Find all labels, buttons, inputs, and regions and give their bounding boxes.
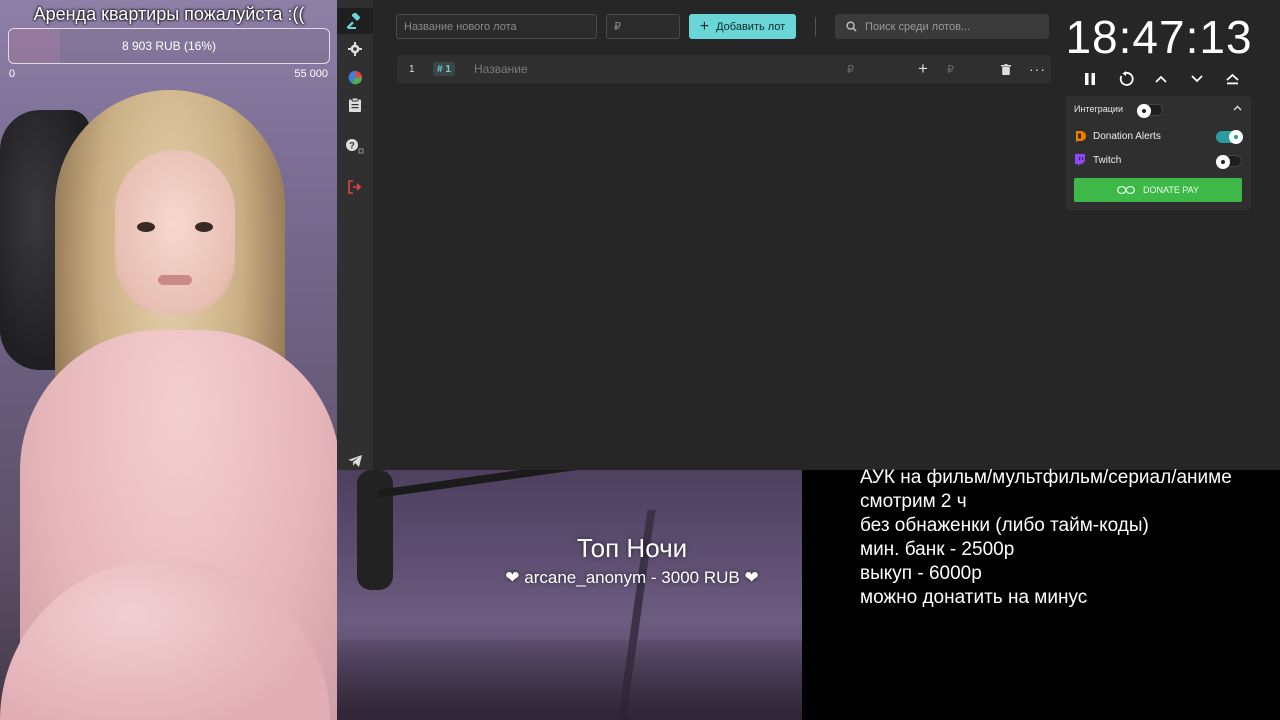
timer-controls (1078, 66, 1244, 92)
donation-goal-widget: Аренда квартиры пожалуйста :(( 8 903 RUB… (8, 4, 330, 80)
add-lot-label: Добавить лот (716, 20, 786, 33)
rule-line: смотрим 2 ч (860, 491, 967, 512)
sidebar-item-help[interactable]: ? (337, 133, 373, 159)
svg-text:?: ? (349, 141, 355, 151)
donation-alerts-toggle[interactable] (1216, 130, 1243, 144)
clipboard-icon (349, 98, 361, 112)
floor (337, 640, 802, 720)
new-lot-amount-input[interactable] (606, 14, 680, 39)
integrations-panel: Интеграции Donation Alerts Twitch DONATE… (1066, 96, 1251, 210)
lot-row: 1 # 1 Название ₽ + ₽ ··· (397, 55, 1051, 83)
lot-name-input[interactable]: Название (474, 55, 528, 83)
pause-button[interactable] (1078, 67, 1102, 91)
goal-range: 0 55 000 (8, 68, 330, 80)
toggle-knob (1229, 130, 1243, 144)
eye-left (137, 222, 155, 232)
logout-icon (348, 180, 362, 194)
lot-extra-amount-input[interactable]: ₽ (947, 55, 954, 83)
restart-button[interactable] (1114, 67, 1138, 91)
gavel-icon (347, 13, 361, 29)
room-camera-feed (337, 470, 802, 720)
top-night-title: Топ Ночи (576, 533, 688, 563)
lot-add-amount-button[interactable]: + (918, 55, 928, 83)
search-icon (846, 21, 857, 32)
subtract-time-button[interactable] (1185, 67, 1209, 91)
lot-number: 1 (409, 63, 415, 75)
webcam-feed (0, 0, 337, 720)
auction-timer: 18:47:13 (1065, 11, 1253, 63)
rule-line: АУК на фильм/мультфильм/сериал/аниме (860, 467, 1232, 488)
lot-search-input[interactable]: Поиск среди лотов... (835, 14, 1049, 39)
integrations-title: Интеграции (1074, 104, 1123, 114)
donation-alerts-icon (1076, 131, 1086, 142)
rule-line: мин. банк - 2500р (860, 539, 1015, 560)
lot-amount-input[interactable]: ₽ (847, 55, 854, 83)
chevron-up-icon (1155, 75, 1167, 83)
telegram-icon (348, 455, 362, 467)
eye-right (195, 222, 213, 232)
rule-line: без обнаженки (либо тайм-коды) (860, 515, 1149, 536)
auction-rules: АУК на фильм/мультфильм/сериал/аниме смо… (860, 466, 1275, 610)
donate-pay-label: DONATE PAY (1142, 185, 1199, 195)
twitch-icon (1075, 154, 1085, 166)
streamer-face (115, 150, 235, 315)
lips (158, 275, 192, 285)
toggle-knob (1137, 104, 1151, 118)
goal-progress-text: 8 903 RUB (16%) (121, 39, 217, 53)
more-options-icon[interactable]: ··· (1029, 55, 1046, 83)
sidebar-item-auction[interactable] (337, 8, 373, 34)
chevron-up-icon[interactable] (1233, 105, 1242, 111)
rule-line: можно донатить на минус (860, 587, 1088, 608)
sidebar-item-history[interactable] (337, 92, 373, 118)
goal-max: 55 000 (294, 68, 328, 80)
plus-icon: + (699, 17, 710, 35)
goal-progress-bar: 8 903 RUB (16%) (8, 28, 330, 64)
integrations-toggle[interactable] (1137, 104, 1163, 118)
restart-icon (1119, 71, 1134, 86)
help-icon: ? (346, 139, 364, 154)
pie-chart-icon (348, 70, 362, 84)
add-lot-button[interactable]: + Добавить лот (689, 14, 796, 39)
collapse-button[interactable] (1220, 67, 1244, 91)
integration-name: Donation Alerts (1093, 130, 1161, 142)
new-lot-name-input[interactable] (396, 14, 597, 39)
donate-pay-button[interactable]: DONATE PAY (1074, 178, 1242, 202)
auction-app: ? + Добавить лот Поиск среди лотов... (337, 0, 1280, 470)
pause-icon (1085, 73, 1095, 85)
sidebar-item-logout[interactable] (337, 174, 373, 200)
top-donor-line: ❤ arcane_anonym - 3000 RUB ❤ (505, 568, 759, 587)
integration-donation-alerts: Donation Alerts (1074, 130, 1161, 142)
goal-min: 0 (9, 68, 16, 80)
twitch-toggle[interactable] (1216, 155, 1242, 169)
sidebar-item-settings[interactable] (337, 36, 373, 62)
link-icon (1117, 186, 1135, 194)
sidebar-item-statistics[interactable] (337, 64, 373, 90)
search-placeholder: Поиск среди лотов... (865, 20, 971, 33)
microphone-arm (377, 470, 802, 498)
sidebar: ? (337, 0, 373, 470)
gear-icon (348, 42, 362, 56)
eject-icon (1225, 73, 1239, 84)
add-time-button[interactable] (1149, 67, 1173, 91)
integration-twitch: Twitch (1074, 154, 1121, 166)
toolbar-divider (815, 17, 816, 36)
lot-id-badge: # 1 (433, 62, 455, 76)
trash-icon (1001, 63, 1011, 75)
rule-line: выкуп - 6000р (860, 563, 982, 584)
delete-lot-button[interactable] (1001, 55, 1011, 83)
integration-name: Twitch (1093, 154, 1122, 166)
chevron-down-icon (1190, 75, 1203, 83)
goal-title: Аренда квартиры пожалуйста :(( (33, 4, 305, 24)
toggle-knob (1216, 155, 1230, 169)
